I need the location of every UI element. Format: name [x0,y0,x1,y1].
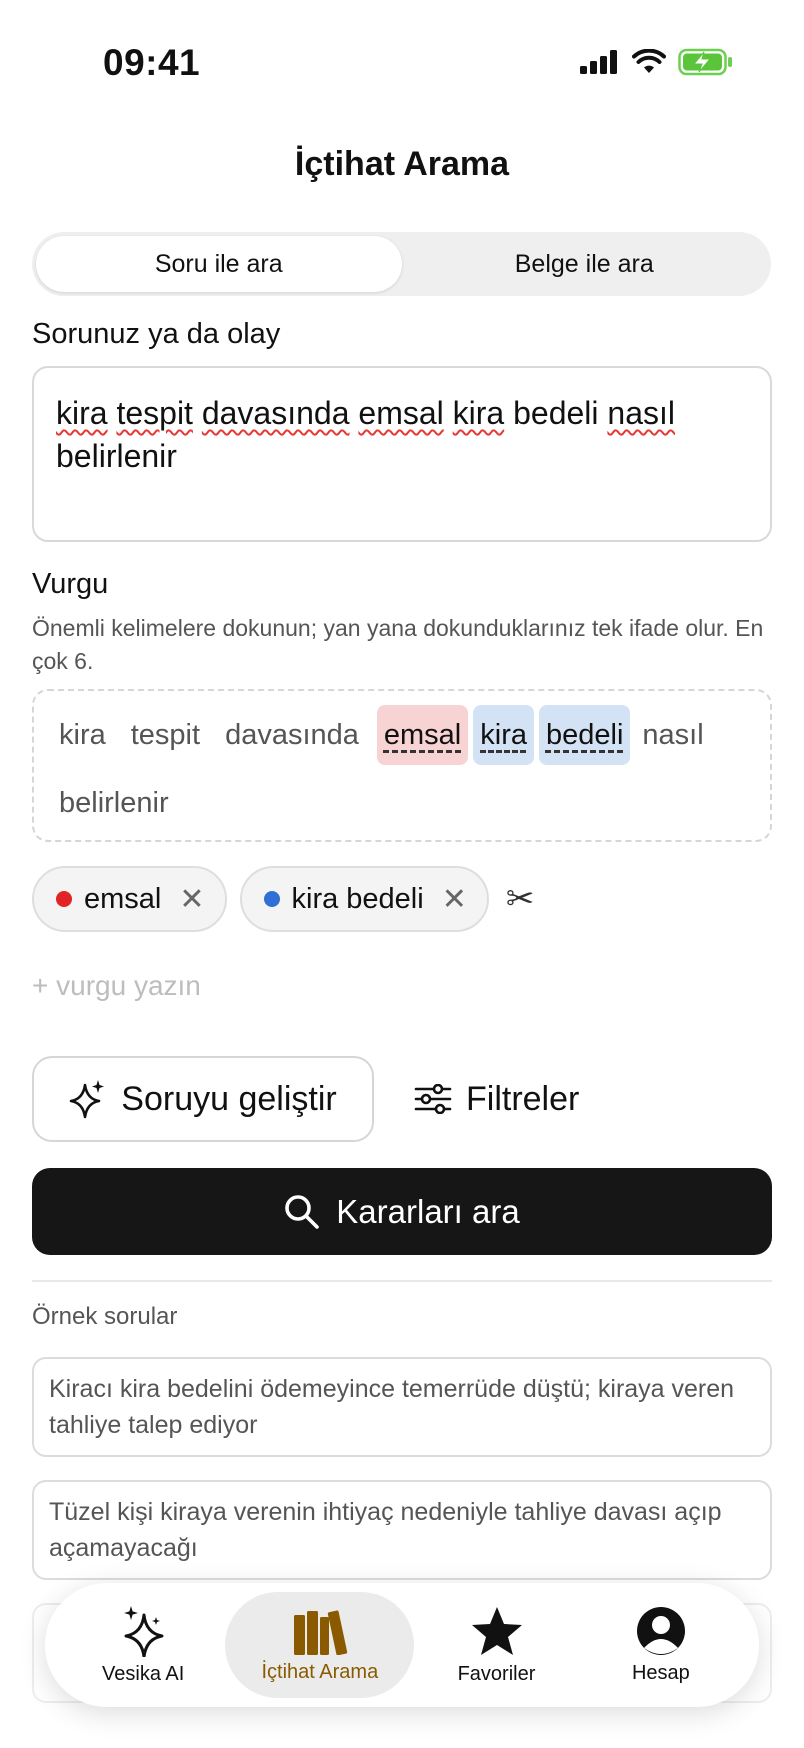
improve-question-label: Soruyu geliştir [121,1079,337,1118]
query-word: nasıl [607,395,675,431]
bottom-tab-bar: Vesika AI İçtihat Arama Favoriler Hesap [45,1583,759,1707]
sparkles-icon [124,1605,164,1657]
emphasis-chip-label: kira bedeli [291,882,424,915]
search-icon [285,1194,320,1229]
tab-label: Hesap [631,1661,690,1684]
question-input[interactable]: kira tespit davasında emsal kira bedeli … [32,366,772,542]
search-mode-segmented-control: Soru ile ara Belge ile ara [32,232,771,296]
wifi-icon [632,49,666,73]
blue-dot-icon [263,891,280,907]
query-word: belirlenir [56,438,177,474]
emphasis-token-selected[interactable]: kira [473,705,534,765]
tab-label: Favoriler [457,1662,536,1685]
query-word: kira [452,395,505,431]
emphasis-chip-label: emsal [84,882,162,915]
query-word: emsal [358,395,444,431]
example-questions-label: Örnek sorular [32,1303,178,1330]
search-decisions-label: Kararları ara [336,1192,520,1230]
emphasis-token[interactable]: belirlenir [52,773,176,833]
emphasis-token[interactable]: nasıl [635,705,710,765]
sliders-icon [414,1084,452,1114]
emphasis-label: Vurgu [32,568,109,600]
tab-ictihat-arama[interactable]: İçtihat Arama [225,1592,415,1698]
search-decisions-button[interactable]: Kararları ara [32,1168,772,1255]
emphasis-token[interactable]: davasında [218,705,366,765]
improve-question-button[interactable]: Soruyu geliştir [32,1056,374,1142]
filters-button[interactable]: Filtreler [414,1056,579,1142]
segment-document-search[interactable]: Belge ile ara [402,236,768,292]
example-question-item[interactable]: Tüzel kişi kiraya verenin ihtiyaç nedeni… [32,1480,772,1580]
example-question-item[interactable]: Kiracı kira bedelini ödemeyince temerrüd… [32,1357,772,1457]
query-word: davasında [201,395,350,431]
battery-charging-icon [678,48,732,76]
cellular-signal-icon [580,50,617,74]
query-word: bedeli [513,395,599,431]
query-word: kira [56,395,108,431]
emphasis-token[interactable]: tespit [124,705,207,765]
remove-chip-icon[interactable]: ✕ [179,882,204,917]
scissors-icon[interactable]: ✂ [506,879,535,919]
red-dot-icon [56,891,72,907]
emphasis-token-picker: kira tespit davasında emsal kira bedeli … [32,689,772,842]
star-icon [471,1606,522,1655]
remove-chip-icon[interactable]: ✕ [442,882,467,917]
filters-label: Filtreler [466,1079,580,1118]
query-word: tespit [116,395,193,431]
books-icon [293,1610,347,1655]
tab-label: Vesika AI [102,1662,185,1685]
emphasis-token-selected[interactable]: emsal [376,705,469,765]
emphasis-chip[interactable]: emsal ✕ [32,866,227,932]
sparkles-icon [69,1080,105,1119]
tab-vesika-ai[interactable]: Vesika AI [61,1592,225,1698]
emphasis-chip[interactable]: kira bedeli ✕ [239,866,489,932]
status-bar: 09:41 [0,0,804,110]
segment-question-search[interactable]: Soru ile ara [36,236,402,292]
account-icon [636,1606,685,1655]
page-title: İçtihat Arama [294,145,510,183]
emphasis-chips: emsal ✕ kira bedeli ✕ ✂ [32,866,534,932]
tab-hesap[interactable]: Hesap [579,1592,743,1698]
divider [32,1280,772,1282]
tab-label: İçtihat Arama [261,1660,379,1683]
status-icons [580,48,734,76]
emphasis-token-selected[interactable]: bedeli [538,705,631,765]
emphasis-help-text: Önemli kelimelere dokunun; yan yana doku… [32,615,764,674]
add-emphasis-input[interactable]: + vurgu yazın [32,970,201,1002]
question-label: Sorunuz ya da olay [32,318,281,350]
status-time: 09:41 [103,42,201,83]
tab-favoriler[interactable]: Favoriler [414,1592,578,1698]
emphasis-token[interactable]: kira [52,705,113,765]
